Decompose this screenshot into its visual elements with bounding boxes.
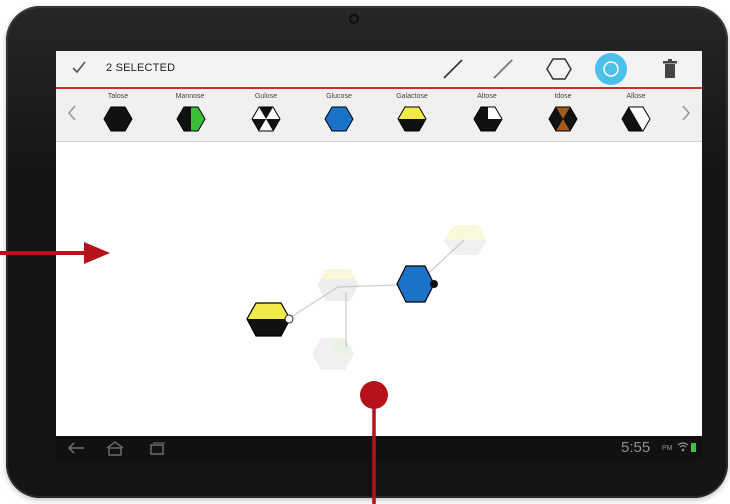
glucose-node[interactable] [396,265,438,303]
glucose-hexagon-icon[interactable] [324,106,354,132]
recent-apps-icon[interactable] [146,440,168,456]
selection-count-label: 2 SELECTED [106,62,176,74]
palette-label-gulose: Gulose [254,93,278,100]
altose-hexagon-icon[interactable] [473,106,503,132]
circle-icon[interactable] [592,52,630,86]
dashed-line-icon[interactable] [490,57,516,81]
talose-hexagon-icon[interactable] [103,106,133,132]
palette-label-idose: Idose [554,93,572,100]
idose-hexagon-icon[interactable] [548,106,578,132]
line-icon[interactable] [440,57,466,81]
connection-handle-icon[interactable] [430,280,438,288]
galactose-node[interactable] [246,302,294,337]
monosaccharide-palette: Talose Mannose Gulose Glucose Galactose … [56,89,702,142]
clock-time: 5:55 [621,439,651,456]
palette-label-altose: Altose [477,93,497,100]
hexagon-icon[interactable] [546,57,572,81]
trash-icon[interactable] [657,57,683,81]
done-check-icon[interactable] [70,58,88,76]
home-icon[interactable] [104,440,126,456]
palette-label-galactose: Galactose [396,93,428,100]
clock-ampm: PM [662,445,673,452]
faded-node-top-right[interactable] [444,225,487,255]
galactose-hexagon-icon[interactable] [397,106,427,132]
wifi-icon [677,442,696,452]
connection-handle-icon[interactable] [284,314,294,324]
gulose-hexagon-icon[interactable] [251,106,281,132]
chevron-right-icon[interactable] [680,103,692,123]
palette-label-talose: Talose [107,93,129,100]
palette-label-glucose: Glucose [326,93,352,100]
battery-icon [691,443,696,452]
front-camera [349,14,359,24]
annotation-arrow-icon [0,242,110,264]
faded-node-bottom[interactable] [312,338,354,370]
annotation-pointer-icon [360,381,388,504]
palette-label-allose: Allose [626,93,646,100]
contextual-action-bar: 2 SELECTED [56,51,702,89]
allose-hexagon-icon[interactable] [621,106,651,132]
back-icon[interactable] [66,440,88,456]
mannose-hexagon-icon[interactable] [176,106,206,132]
palette-label-mannose: Mannose [175,93,205,100]
chevron-left-icon[interactable] [66,103,78,123]
